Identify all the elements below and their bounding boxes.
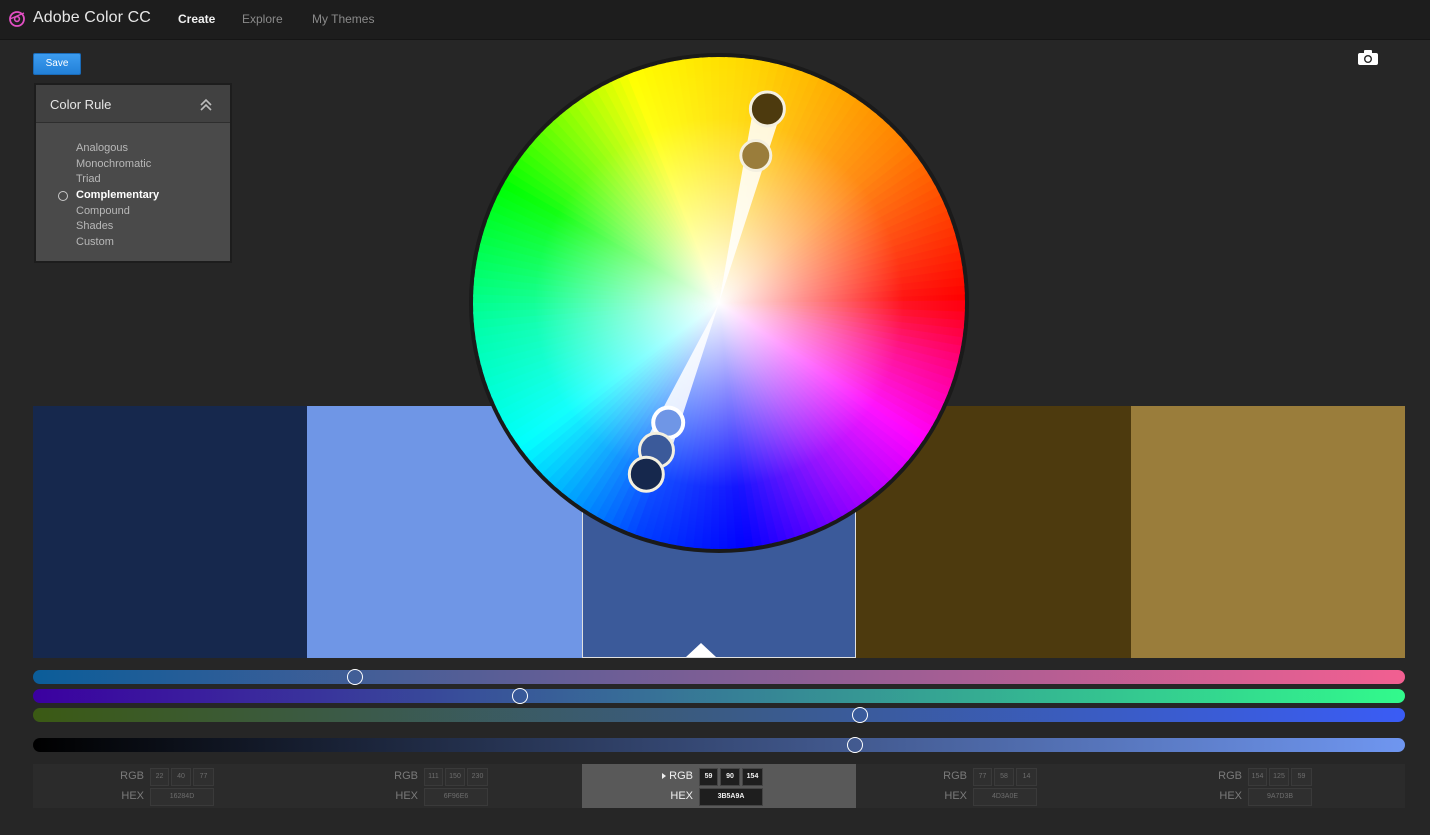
color-rule-header[interactable]: Color Rule: [36, 85, 230, 123]
green-slider[interactable]: [33, 688, 1405, 704]
rule-option-label: Monochromatic: [76, 157, 152, 170]
rule-option-label: Shades: [76, 220, 114, 233]
rgb-label: RGB: [394, 770, 418, 782]
swatch-values-1: RGB 22 40 77 HEX 16284D: [33, 764, 307, 808]
top-bar: Adobe Color CC Create Explore My Themes: [0, 0, 1430, 40]
b-field[interactable]: 14: [1016, 768, 1037, 786]
save-button[interactable]: Save: [33, 53, 81, 75]
rule-option-label: Custom: [76, 236, 114, 249]
rule-option-shades[interactable]: Shades: [36, 219, 230, 235]
app-window: Adobe Color CC Create Explore My Themes …: [0, 0, 1430, 835]
swatch-values-3: RGB 59 90 154 HEX 3B5A9A: [582, 764, 856, 808]
camera-icon[interactable]: [1357, 49, 1379, 66]
r-field[interactable]: 154: [1248, 768, 1267, 786]
rule-option-label: Analogous: [76, 142, 128, 154]
color-swatch-5[interactable]: [1131, 406, 1405, 658]
rule-option-analogous[interactable]: Analogous: [36, 141, 230, 157]
r-field[interactable]: 22: [150, 768, 169, 786]
r-field[interactable]: 111: [424, 768, 443, 786]
color-wheel[interactable]: [468, 52, 970, 554]
hex-field[interactable]: 4D3A0E: [973, 788, 1037, 806]
blue-slider-thumb[interactable]: [851, 707, 868, 723]
nav-explore[interactable]: Explore: [242, 12, 283, 26]
color-wheel-svg: [469, 53, 969, 553]
b-field[interactable]: 77: [193, 768, 214, 786]
nav-my-themes[interactable]: My Themes: [312, 12, 374, 26]
rgb-label: RGB: [1218, 770, 1242, 782]
color-swatch-1[interactable]: [33, 406, 307, 658]
hex-label: HEX: [1219, 790, 1242, 802]
red-slider[interactable]: [33, 669, 1405, 685]
blue-slider[interactable]: [33, 707, 1405, 723]
active-swatch-indicator: [686, 643, 716, 657]
hex-field[interactable]: 9A7D3B: [1248, 788, 1312, 806]
rule-option-label: Triad: [76, 173, 101, 186]
nav-create[interactable]: Create: [178, 12, 215, 26]
rule-option-label: Compound: [76, 204, 130, 217]
rule-option-label: Complementary: [76, 189, 160, 202]
red-slider-thumb[interactable]: [346, 669, 363, 685]
hex-label: HEX: [121, 790, 144, 802]
hex-label: HEX: [944, 790, 967, 802]
r-field[interactable]: 77: [973, 768, 992, 786]
brightness-slider[interactable]: [33, 737, 1405, 753]
color-wheel-handle[interactable]: [748, 90, 786, 128]
color-rule-panel: Color Rule Analogous Monochromatic Triad…: [34, 83, 232, 263]
g-field[interactable]: 150: [445, 768, 465, 786]
rgb-label: RGB: [120, 770, 144, 782]
color-rule-title: Color Rule: [50, 97, 112, 112]
rgb-label: RGB: [669, 770, 693, 782]
rule-option-complementary[interactable]: Complementary: [36, 188, 230, 204]
green-slider-thumb[interactable]: [511, 688, 528, 704]
rule-option-custom[interactable]: Custom: [36, 235, 230, 251]
app-title: Adobe Color CC: [33, 9, 151, 26]
r-field[interactable]: 59: [699, 768, 718, 786]
hex-field[interactable]: 6F96E6: [424, 788, 488, 806]
rule-option-monochromatic[interactable]: Monochromatic: [36, 157, 230, 173]
color-wheel-handle[interactable]: [627, 455, 665, 493]
swatch-values-5: RGB 154 125 59 HEX 9A7D3B: [1131, 764, 1405, 808]
hex-label: HEX: [395, 790, 418, 802]
adobe-color-logo-icon: [9, 11, 25, 27]
rule-option-triad[interactable]: Triad: [36, 172, 230, 188]
radio-selected-icon: [58, 191, 68, 202]
rule-option-compound[interactable]: Compound: [36, 204, 230, 220]
b-field[interactable]: 59: [1291, 768, 1312, 786]
g-field[interactable]: 90: [720, 768, 740, 786]
color-rule-list: Analogous Monochromatic Triad Complement…: [36, 141, 230, 251]
swatch-values-2: RGB 111 150 230 HEX 6F96E6: [307, 764, 582, 808]
hex-field[interactable]: 3B5A9A: [699, 788, 763, 806]
g-field[interactable]: 125: [1269, 768, 1289, 786]
g-field[interactable]: 58: [994, 768, 1014, 786]
b-field[interactable]: 154: [742, 768, 763, 786]
g-field[interactable]: 40: [171, 768, 191, 786]
rgb-label: RGB: [943, 770, 967, 782]
color-wheel-handle[interactable]: [739, 139, 773, 173]
brightness-slider-thumb[interactable]: [846, 737, 863, 753]
hex-label: HEX: [670, 790, 693, 802]
b-field[interactable]: 230: [467, 768, 488, 786]
color-values-panel: RGB 22 40 77 HEX 16284D RGB 111 150 230 …: [33, 764, 1405, 808]
swatch-values-4: RGB 77 58 14 HEX 4D3A0E: [856, 764, 1131, 808]
hex-field[interactable]: 16284D: [150, 788, 214, 806]
chevron-up-icon[interactable]: [199, 98, 213, 112]
